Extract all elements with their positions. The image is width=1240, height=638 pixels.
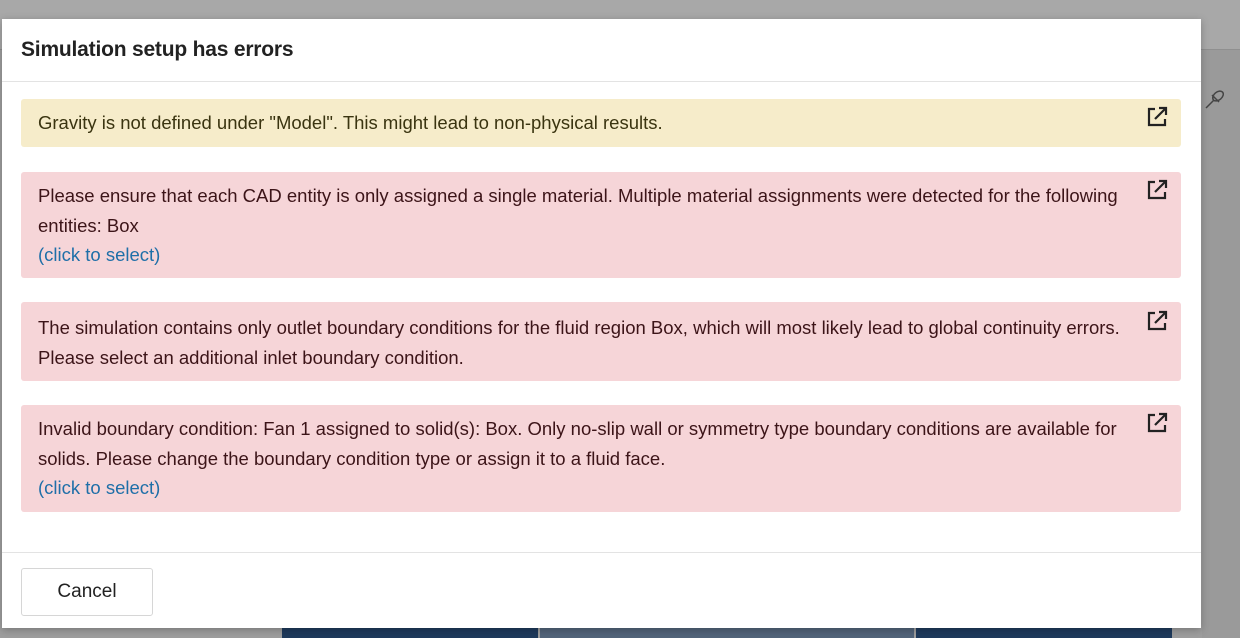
external-link-icon[interactable] <box>1146 179 1168 201</box>
cancel-button[interactable]: Cancel <box>21 568 153 616</box>
error-alert-material: Please ensure that each CAD entity is on… <box>21 172 1181 278</box>
alert-message: Gravity is not defined under "Model". Th… <box>38 112 663 133</box>
click-to-select-link[interactable]: (click to select) <box>38 473 160 503</box>
alert-message: Invalid boundary condition: Fan 1 assign… <box>38 418 1117 469</box>
alert-message: Please ensure that each CAD entity is on… <box>38 185 1118 236</box>
external-link-icon[interactable] <box>1146 106 1168 128</box>
background-panel <box>1202 50 1240 638</box>
viewport-panel <box>540 628 914 638</box>
pin-icon <box>1202 86 1228 112</box>
click-to-select-link[interactable]: (click to select) <box>38 240 160 270</box>
error-alert-boundary-condition: Invalid boundary condition: Fan 1 assign… <box>21 405 1181 512</box>
alert-message: The simulation contains only outlet boun… <box>38 317 1120 368</box>
viewport-panel <box>282 628 538 638</box>
dialog-footer: Cancel <box>2 552 1201 628</box>
warning-alert-gravity: Gravity is not defined under "Model". Th… <box>21 99 1181 147</box>
dialog-header: Simulation setup has errors <box>2 19 1201 82</box>
external-link-icon[interactable] <box>1146 310 1168 332</box>
dialog-title: Simulation setup has errors <box>21 38 294 61</box>
external-link-icon[interactable] <box>1146 412 1168 434</box>
error-dialog: Simulation setup has errors Gravity is n… <box>2 19 1201 628</box>
viewport-panel <box>916 628 1172 638</box>
error-alert-outlet: The simulation contains only outlet boun… <box>21 302 1181 381</box>
